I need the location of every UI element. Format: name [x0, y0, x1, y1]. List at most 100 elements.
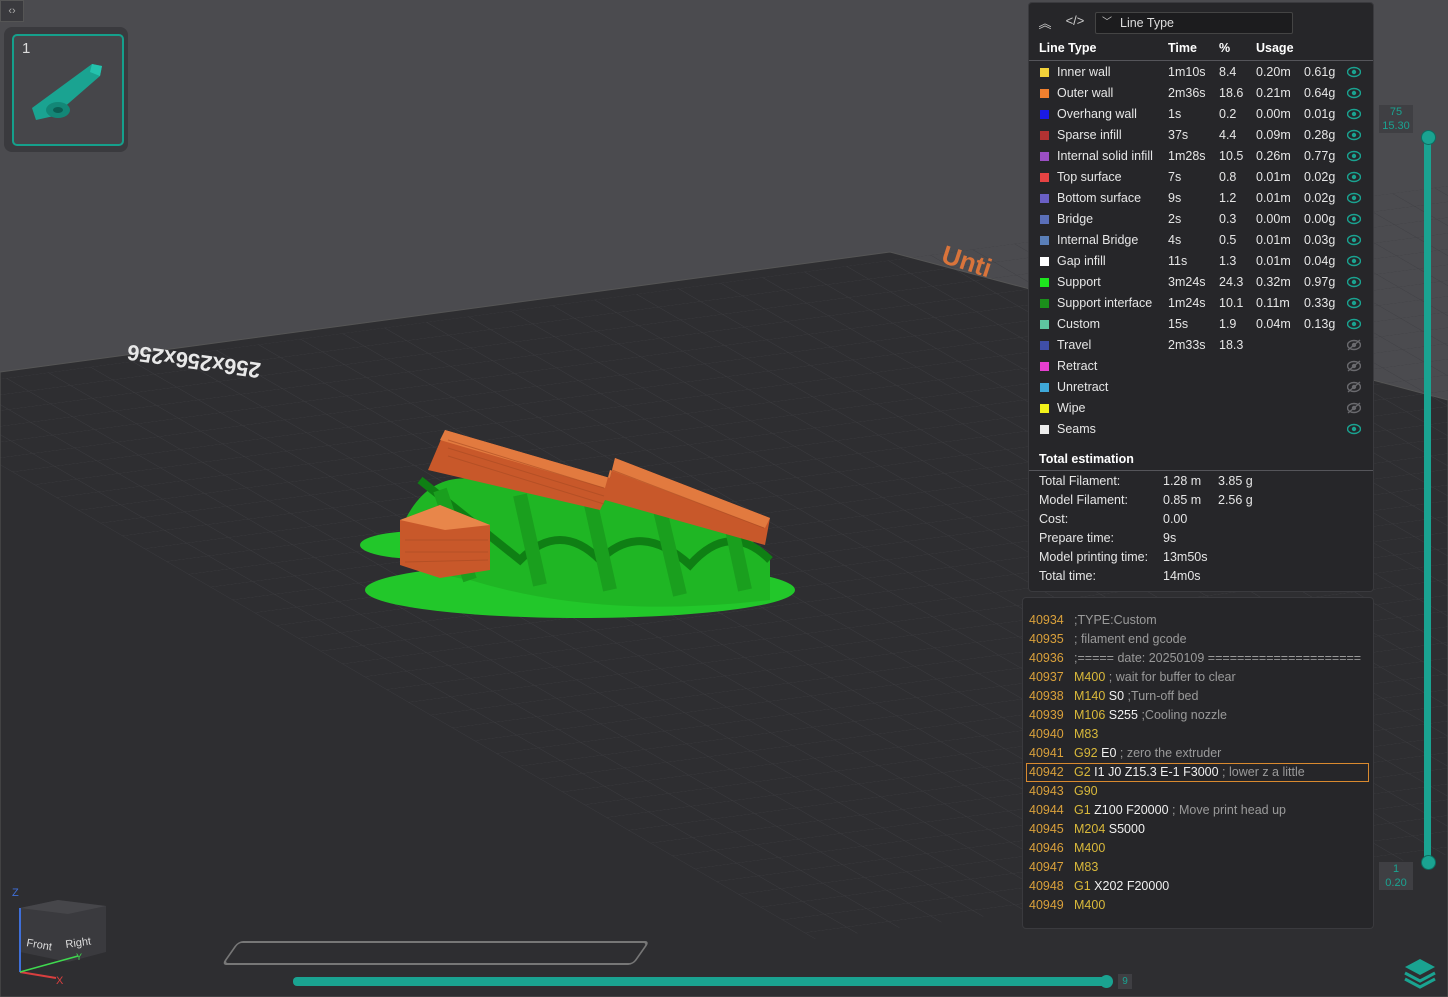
- legend-row[interactable]: Support 3m24s 24.3 0.32m 0.97g: [1029, 272, 1373, 293]
- eye-icon[interactable]: [1347, 171, 1361, 183]
- eye-icon[interactable]: [1347, 276, 1361, 288]
- eye-off-icon[interactable]: [1347, 339, 1361, 351]
- line-type-time: 2m36s: [1168, 86, 1206, 100]
- gcode-params: E0: [1101, 746, 1117, 760]
- eye-off-icon[interactable]: [1347, 360, 1361, 372]
- collapse-button[interactable]: ‹›: [0, 0, 24, 22]
- eye-icon[interactable]: [1347, 318, 1361, 330]
- eye-icon[interactable]: [1347, 297, 1361, 309]
- legend-row[interactable]: Internal solid infill 1m28s 10.5 0.26m 0.77g: [1029, 146, 1373, 167]
- eye-icon[interactable]: [1347, 423, 1361, 435]
- line-type-name: Internal Bridge: [1057, 233, 1139, 247]
- legend-row[interactable]: Bridge 2s 0.3 0.00m 0.00g: [1029, 209, 1373, 230]
- line-type-name: Retract: [1057, 359, 1098, 373]
- gcode-line: 40944 G1 Z100 F20000 ; Move print head up: [1023, 801, 1371, 820]
- gcode-params: S255: [1108, 708, 1138, 722]
- legend-toolbar: ︽ </> ﹀ Line Type: [1029, 7, 1373, 35]
- gcode-text: ; filament end gcode: [1074, 630, 1187, 649]
- legend-row[interactable]: Wipe: [1029, 398, 1373, 419]
- legend-row[interactable]: Overhang wall 1s 0.2 0.00m 0.01g: [1029, 104, 1373, 125]
- total-value: 14m0s: [1163, 569, 1201, 583]
- total-row: Total time: 14m0s: [1039, 567, 1369, 586]
- legend-row[interactable]: Outer wall 2m36s 18.6 0.21m 0.64g: [1029, 83, 1373, 104]
- view-cube[interactable]: Z X Y Front Right: [8, 880, 118, 990]
- gcode-line: 40938 M140 S0 ;Turn-off bed: [1023, 687, 1371, 706]
- line-type-weight: 0.33g: [1304, 296, 1336, 310]
- eye-icon[interactable]: [1347, 66, 1361, 78]
- move-slider-value: 9: [1118, 974, 1132, 989]
- legend-row[interactable]: Support interface 1m24s 10.1 0.11m 0.33g: [1029, 293, 1373, 314]
- eye-icon[interactable]: [1347, 150, 1361, 162]
- top-layer-number: 75: [1389, 106, 1403, 118]
- gcode-line: 40936 ;===== date: 20250109 =============…: [1023, 649, 1371, 668]
- eye-icon[interactable]: [1347, 87, 1361, 99]
- layer-slider-top-handle[interactable]: [1421, 130, 1436, 145]
- gcode-text: M106 S255 ;Cooling nozzle: [1074, 706, 1227, 725]
- legend-row[interactable]: Sparse infill 37s 4.4 0.09m 0.28g: [1029, 125, 1373, 146]
- legend-row[interactable]: Inner wall 1m10s 8.4 0.20m 0.61g: [1029, 62, 1373, 83]
- gcode-command: M83: [1074, 860, 1099, 874]
- eye-icon[interactable]: [1347, 129, 1361, 141]
- line-type-name: Sparse infill: [1057, 128, 1122, 142]
- legend-row[interactable]: Travel 2m33s 18.3: [1029, 335, 1373, 356]
- eye-icon[interactable]: [1347, 255, 1361, 267]
- gcode-command: G92: [1074, 746, 1098, 760]
- color-swatch: [1040, 236, 1049, 245]
- gcode-text: M400 ; wait for buffer to clear: [1074, 668, 1236, 687]
- gcode-text: M83: [1074, 725, 1098, 744]
- line-type-length: 0.26m: [1256, 149, 1291, 163]
- layer-slider-bottom-handle[interactable]: [1421, 855, 1436, 870]
- eye-off-icon[interactable]: [1347, 402, 1361, 414]
- bottom-layer-label: 1 0.20: [1379, 862, 1413, 890]
- line-type-percent: 1.3: [1219, 254, 1237, 268]
- line-type-length: 0.11m: [1256, 296, 1290, 310]
- move-slider-track[interactable]: [293, 977, 1108, 986]
- eye-icon[interactable]: [1347, 192, 1361, 204]
- eye-icon[interactable]: [1347, 234, 1361, 246]
- line-type-name: Bridge: [1057, 212, 1094, 226]
- plate-thumbnail[interactable]: 1: [4, 27, 128, 152]
- line-type-length: 0.04m: [1256, 317, 1291, 331]
- line-type-percent: 18.3: [1219, 338, 1244, 352]
- total-key: Cost:: [1039, 512, 1069, 526]
- legend-row[interactable]: Internal Bridge 4s 0.5 0.01m 0.03g: [1029, 230, 1373, 251]
- header-divider: [1029, 60, 1373, 61]
- line-type-weight: 0.77g: [1304, 149, 1336, 163]
- legend-row[interactable]: Gap infill 11s 1.3 0.01m 0.04g: [1029, 251, 1373, 272]
- legend-row[interactable]: Top surface 7s 0.8 0.01m 0.02g: [1029, 167, 1373, 188]
- code-icon: ‹›: [8, 5, 16, 17]
- line-type-weight: 0.61g: [1304, 65, 1336, 79]
- legend-row[interactable]: Bottom surface 9s 1.2 0.01m 0.02g: [1029, 188, 1373, 209]
- move-slider-handle[interactable]: [1100, 975, 1113, 988]
- line-type-percent: 0.5: [1219, 233, 1237, 247]
- total-row: Cost: 0.00: [1039, 510, 1369, 529]
- layer-slider-track[interactable]: [1424, 137, 1431, 862]
- color-swatch: [1040, 257, 1049, 266]
- gcode-text: G1 X202 F20000: [1074, 877, 1169, 896]
- gcode-line-number: 40936: [1029, 651, 1064, 665]
- view-type-dropdown[interactable]: ﹀ Line Type: [1095, 12, 1293, 34]
- collapse-up-icon[interactable]: ︽: [1035, 13, 1055, 31]
- legend-row[interactable]: Retract: [1029, 356, 1373, 377]
- legend-row[interactable]: Unretract: [1029, 377, 1373, 398]
- legend-row[interactable]: Seams: [1029, 419, 1373, 440]
- color-swatch: [1040, 152, 1049, 161]
- line-type-name: Seams: [1057, 422, 1096, 436]
- total-row: Model printing time: 13m50s: [1039, 548, 1369, 567]
- total-key: Model Filament:: [1039, 493, 1128, 507]
- line-type-time: 1m28s: [1168, 149, 1206, 163]
- eye-icon[interactable]: [1347, 108, 1361, 120]
- gcode-command: M83: [1074, 727, 1099, 741]
- legend-row[interactable]: Custom 15s 1.9 0.04m 0.13g: [1029, 314, 1373, 335]
- gcode-line-number: 40942: [1029, 765, 1064, 779]
- line-type-name: Internal solid infill: [1057, 149, 1153, 163]
- eye-icon[interactable]: [1347, 213, 1361, 225]
- line-type-time: 1s: [1168, 107, 1182, 121]
- eye-off-icon[interactable]: [1347, 381, 1361, 393]
- layers-icon[interactable]: [1403, 955, 1437, 989]
- total-value: 0.85 m: [1163, 493, 1202, 507]
- line-type-length: 0.20m: [1256, 65, 1291, 79]
- gcode-line-number: 40949: [1029, 898, 1064, 912]
- color-swatch: [1040, 341, 1049, 350]
- gcode-toggle-icon[interactable]: </>: [1065, 13, 1085, 29]
